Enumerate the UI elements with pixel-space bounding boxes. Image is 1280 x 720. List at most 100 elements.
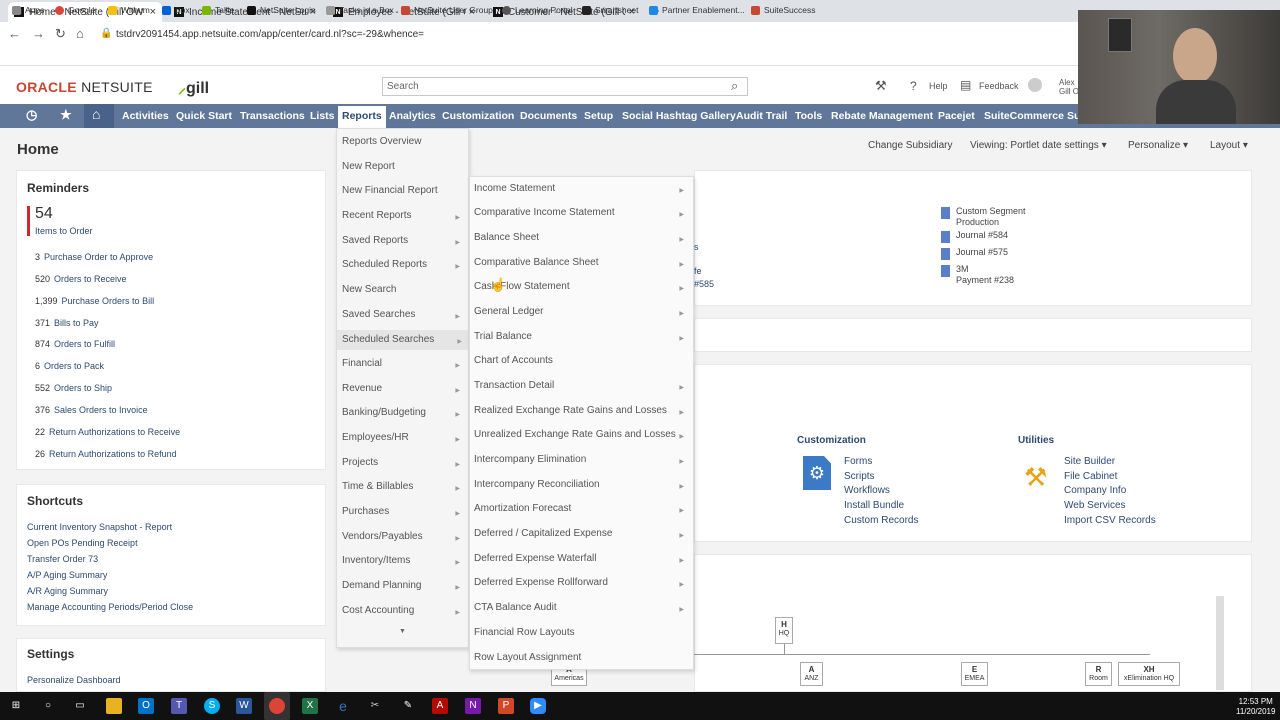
reports-menu-item[interactable]: Saved Searches ▶ (342, 309, 466, 320)
shortcut-link[interactable]: Transfer Order 73 (27, 554, 98, 564)
org-node-emea[interactable]: E EMEA (961, 662, 988, 686)
reminder-item[interactable]: 26 Return Authorizations to Refund (35, 449, 177, 459)
star-icon[interactable]: ★ (60, 107, 72, 123)
financial-menu-item[interactable]: Deferred / Capitalized Expense ▶ (474, 528, 690, 539)
bookmark-suitesuccess[interactable]: SuiteSuccess (751, 5, 816, 15)
skype-icon[interactable]: S (204, 698, 220, 714)
scrollbar[interactable] (1216, 596, 1224, 690)
bookmark-user-group[interactable]: NetSuite User Group (401, 5, 493, 15)
global-search-input[interactable]: Search (382, 77, 748, 96)
reminder-item[interactable]: 376 Sales Orders to Invoice (35, 405, 148, 415)
zoom-icon[interactable]: ▶ (530, 698, 546, 714)
financial-menu-item[interactable]: Amortization Forecast ▶ (474, 503, 690, 514)
recent-record-partial[interactable]: s (694, 242, 699, 252)
reports-menu-item[interactable]: Saved Reports ▶ (342, 235, 466, 246)
notepad-icon[interactable]: ✎ (400, 698, 416, 714)
personalize-dropdown[interactable]: Personalize ▾ (1128, 140, 1188, 151)
bookmark-google[interactable]: Google (55, 5, 95, 15)
url-input[interactable]: tstdrv2091454.app.netsuite.com/app/cente… (116, 29, 424, 40)
menu-reports[interactable]: Reports (338, 106, 386, 128)
financial-menu-item[interactable]: Deferred Expense Rollforward ▶ (474, 577, 690, 588)
recent-record-link[interactable]: Journal #584 (956, 230, 1008, 240)
shortcut-link[interactable]: A/R Aging Summary (27, 586, 108, 596)
bookmark-smartsheet[interactable]: Smartsheet (582, 5, 638, 15)
excel-icon[interactable]: X (302, 698, 318, 714)
reports-menu-item[interactable]: Vendors/Payables ▶ (342, 531, 466, 542)
menu-suitecommerce[interactable]: SuiteCommerce (984, 110, 1064, 122)
utilities-link[interactable]: Company Info (1064, 485, 1126, 496)
reports-menu-item[interactable]: Demand Planning ▶ (342, 580, 466, 591)
recent-record-sub[interactable]: Payment #238 (956, 275, 1014, 285)
reports-menu-item[interactable]: Scheduled Reports ▶ (342, 259, 466, 270)
reminder-item[interactable]: 1,399 Purchase Orders to Bill (35, 296, 154, 306)
financial-menu-item[interactable]: Cash Flow Statement ▶ (474, 281, 690, 292)
bookmark-partner[interactable]: Partner Enablement... (649, 5, 745, 15)
financial-menu-item[interactable]: Comparative Balance Sheet ▶ (474, 257, 690, 268)
reminder-count[interactable]: 54 (35, 205, 53, 223)
customization-link[interactable]: Custom Records (844, 515, 918, 526)
powerpoint-icon[interactable]: P (498, 698, 514, 714)
home-icon[interactable]: ⌂ (92, 106, 100, 122)
utilities-link[interactable]: File Cabinet (1064, 471, 1117, 482)
financial-menu-item[interactable]: Financial Row Layouts (474, 627, 690, 638)
search-icon[interactable]: ○ (40, 698, 56, 714)
reminder-item[interactable]: 22 Return Authorizations to Receive (35, 427, 180, 437)
reminder-item[interactable]: 6 Orders to Pack (35, 361, 104, 371)
bookmark-box[interactable]: Box (162, 5, 190, 15)
reports-menu-item[interactable]: Reports Overview (342, 136, 466, 147)
org-node-room[interactable]: R Room (1085, 662, 1112, 686)
reminder-item[interactable]: 520 Orders to Receive (35, 274, 127, 284)
task-view-icon[interactable]: ▭ (72, 698, 88, 714)
reports-menu-item[interactable]: Banking/Budgeting ▶ (342, 407, 466, 418)
reports-menu-item[interactable]: Purchases ▶ (342, 506, 466, 517)
customization-link[interactable]: Workflows (844, 485, 890, 496)
menu-pacejet[interactable]: Pacejet (938, 110, 975, 122)
menu-lists[interactable]: Lists (310, 110, 335, 122)
customization-link[interactable]: Scripts (844, 471, 875, 482)
reports-menu-item[interactable]: Employees/HR ▶ (342, 432, 466, 443)
menu-tools[interactable]: Tools (795, 110, 822, 122)
financial-menu-item[interactable]: Balance Sheet ▶ (474, 232, 690, 243)
edge-icon[interactable]: e (335, 698, 351, 714)
org-node-anz[interactable]: A ANZ (800, 662, 823, 686)
windows-start-icon[interactable]: ⊞ (8, 698, 24, 714)
financial-menu-item[interactable]: Row Layout Assignment (474, 652, 690, 663)
financial-menu-item[interactable]: Chart of Accounts (474, 355, 690, 366)
utilities-link[interactable]: Import CSV Records (1064, 515, 1156, 526)
reminder-item[interactable]: 552 Orders to Ship (35, 383, 112, 393)
avatar[interactable] (1028, 78, 1042, 92)
menu-audit-trail[interactable]: Audit Trail (736, 110, 787, 122)
reports-menu-item[interactable]: Projects ▶ (342, 457, 466, 468)
menu-activities[interactable]: Activities (122, 110, 169, 122)
help-link[interactable]: Help (929, 81, 948, 91)
bookmark-learning-portal[interactable]: Learning Portal (502, 5, 573, 15)
outlook-icon[interactable]: O (138, 698, 154, 714)
reports-menu-item[interactable]: Recent Reports ▶ (342, 210, 466, 221)
menu-customization[interactable]: Customization (442, 110, 514, 122)
forward-icon[interactable]: → (32, 26, 45, 41)
word-icon[interactable]: W (236, 698, 252, 714)
recent-record-partial[interactable]: fe (694, 266, 702, 276)
financial-menu-item[interactable]: Unrealized Exchange Rate Gains and Losse… (474, 429, 690, 440)
financial-menu-item[interactable]: Trial Balance ▶ (474, 331, 690, 342)
reload-icon[interactable]: ↻ (55, 26, 66, 42)
financial-menu-item[interactable]: CTA Balance Audit ▶ (474, 602, 690, 613)
org-node-hq[interactable]: H HQ (775, 617, 793, 644)
financial-menu-item[interactable]: Deferred Expense Waterfall ▶ (474, 553, 690, 564)
recent-record-partial[interactable]: #585 (694, 279, 714, 289)
shortcut-link[interactable]: A/P Aging Summary (27, 570, 107, 580)
reminder-item[interactable]: 3 Purchase Order to Approve (35, 252, 153, 262)
chrome-icon[interactable] (269, 698, 285, 714)
menu-documents[interactable]: Documents (520, 110, 577, 122)
financial-menu-item[interactable]: General Ledger ▶ (474, 306, 690, 317)
oracle-netsuite-logo[interactable]: ORACLE NETSUITE (16, 79, 153, 95)
menu-quick-start[interactable]: Quick Start (176, 110, 232, 122)
bookmark-tallie[interactable]: Tallie (202, 5, 234, 15)
user-name[interactable]: Alex (1059, 78, 1075, 87)
recent-icon[interactable]: ◷ (26, 107, 37, 123)
reports-menu-item[interactable]: New Report (342, 161, 466, 172)
menu-analytics[interactable]: Analytics (389, 110, 436, 122)
personalize-dashboard-link[interactable]: Personalize Dashboard (27, 675, 121, 685)
reports-menu-item[interactable]: New Search (342, 284, 466, 295)
home-icon[interactable]: ⌂ (76, 26, 84, 41)
